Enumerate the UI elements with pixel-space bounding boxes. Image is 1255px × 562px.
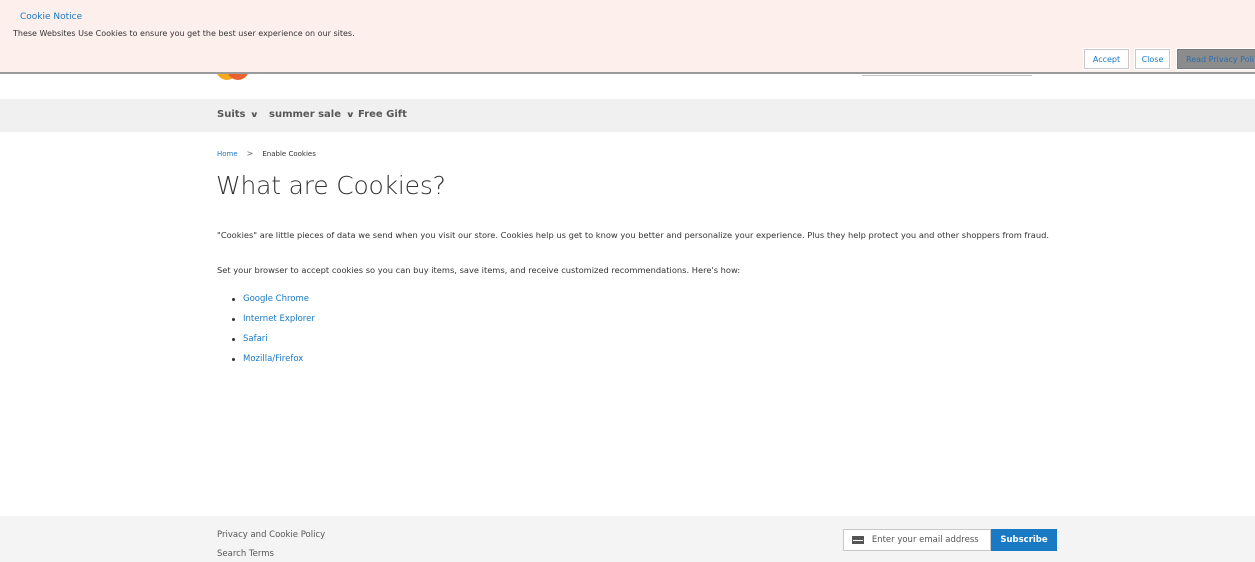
nav-item-suits[interactable]: Suits ∨ <box>217 109 260 120</box>
footer: Privacy and Cookie Policy Search Terms S… <box>0 516 1255 562</box>
nav-item-label: Free Gift <box>358 109 407 120</box>
breadcrumb-home-link[interactable]: Home <box>217 150 238 158</box>
nav-item-label: Suits <box>217 109 246 120</box>
chevron-down-icon: ∨ <box>345 110 355 119</box>
google-chrome-link[interactable]: Google Chrome <box>243 294 309 304</box>
email-input[interactable] <box>871 535 990 545</box>
chevron-down-icon: ∨ <box>250 110 260 119</box>
cookie-notice: Cookie Notice These Websites Use Cookies… <box>0 0 1255 74</box>
envelope-icon <box>852 536 864 544</box>
bullet-icon <box>232 317 235 321</box>
cookie-notice-title: Cookie Notice <box>20 12 83 22</box>
main-navigation: Suits ∨ summer sale ∨ Free Gift <box>0 99 1255 132</box>
read-privacy-policy-button[interactable]: Read Privacy Poli <box>1176 48 1255 70</box>
nav-item-free-gift[interactable]: Free Gift <box>358 109 407 120</box>
bullet-icon <box>232 337 235 341</box>
list-item: Safari <box>232 329 315 349</box>
cookies-description: "Cookies" are little pieces of data we s… <box>217 230 1050 240</box>
mozilla-firefox-link[interactable]: Mozilla/Firefox <box>243 354 303 364</box>
search-terms-link[interactable]: Search Terms <box>217 549 274 559</box>
browser-list: Google Chrome Internet Explorer Safari M… <box>232 289 315 369</box>
breadcrumb-current: Enable Cookies <box>262 149 316 158</box>
close-button[interactable]: Close <box>1134 48 1171 70</box>
subscribe-button[interactable]: Subscribe <box>991 529 1057 551</box>
nav-item-label: summer sale <box>269 109 342 120</box>
accept-button[interactable]: Accept <box>1083 48 1130 70</box>
email-field[interactable] <box>843 529 991 551</box>
list-item: Google Chrome <box>232 289 315 309</box>
bullet-icon <box>232 357 235 361</box>
breadcrumb-separator: > <box>246 149 254 158</box>
bullet-icon <box>232 297 235 301</box>
list-item: Mozilla/Firefox <box>232 349 315 369</box>
list-item: Internet Explorer <box>232 309 315 329</box>
breadcrumb: Home > Enable Cookies <box>217 149 316 158</box>
newsletter-form: Subscribe <box>843 529 1057 551</box>
page: Cookie Notice These Websites Use Cookies… <box>0 0 1255 562</box>
privacy-cookie-policy-link[interactable]: Privacy and Cookie Policy <box>217 530 325 540</box>
cookies-instructions: Set your browser to accept cookies so yo… <box>217 265 741 275</box>
internet-explorer-link[interactable]: Internet Explorer <box>243 314 315 324</box>
page-title: What are Cookies? <box>216 171 446 200</box>
cookie-notice-text: These Websites Use Cookies to ensure you… <box>13 29 355 38</box>
safari-link[interactable]: Safari <box>243 334 268 344</box>
nav-item-summer-sale[interactable]: summer sale ∨ <box>269 109 355 120</box>
